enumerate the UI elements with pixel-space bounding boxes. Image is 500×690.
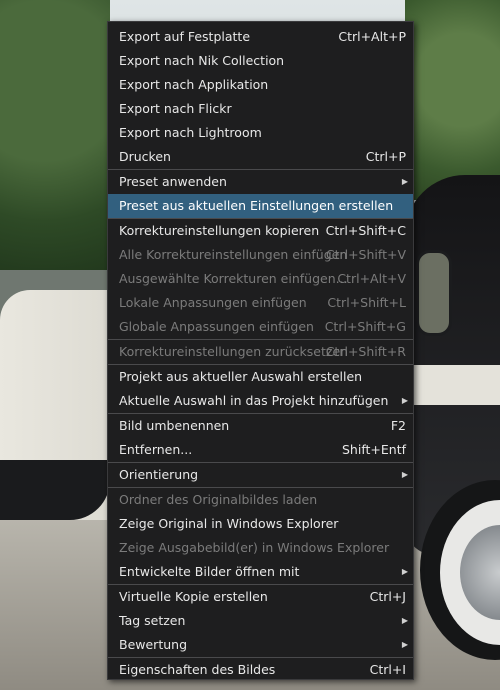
menu-item-label: Projekt aus aktueller Auswahl erstellen [119, 369, 363, 384]
car-window [416, 250, 452, 336]
menu-item-shortcut: Ctrl+I [369, 662, 406, 677]
menu-item-show-original-explorer[interactable]: Zeige Original in Windows Explorer [108, 512, 413, 536]
menu-item-shortcut: Ctrl+P [365, 149, 406, 164]
menu-item-shortcut: Ctrl+Shift+C [325, 223, 406, 238]
menu-item-export-nik[interactable]: Export nach Nik Collection [108, 49, 413, 73]
menu-item-label: Zeige Ausgabebild(er) in Windows Explore… [119, 540, 390, 555]
menu-item-label: Ausgewählte Korrekturen einfügen... [119, 271, 348, 286]
menu-item-reset-corrections[interactable]: Korrektureinstellungen zurücksetzen Ctrl… [108, 340, 413, 364]
menu-item-label: Preset anwenden [119, 174, 227, 189]
menu-item-label: Export nach Applikation [119, 77, 269, 92]
menu-item-virtual-copy[interactable]: Virtuelle Kopie erstellen Ctrl+J [108, 585, 413, 609]
menu-item-image-properties[interactable]: Eigenschaften des Bildes Ctrl+I [108, 658, 413, 682]
menu-item-label: Ordner des Originalbildes laden [119, 492, 318, 507]
car-fender [0, 460, 110, 520]
menu-item-shortcut: F2 [390, 418, 406, 433]
trees-right [405, 0, 500, 200]
menu-item-create-project[interactable]: Projekt aus aktueller Auswahl erstellen [108, 365, 413, 389]
menu-item-label: Export nach Lightroom [119, 125, 262, 140]
menu-item-label: Export auf Festplatte [119, 29, 251, 44]
submenu-arrow-icon: ▶ [401, 396, 408, 405]
submenu-arrow-icon: ▶ [401, 640, 408, 649]
context-menu: Export auf Festplatte Ctrl+Alt+P Export … [107, 21, 414, 680]
submenu-arrow-icon: ▶ [401, 567, 408, 576]
trees-left [0, 0, 110, 270]
menu-item-label: Preset aus aktuellen Einstellungen erste… [119, 198, 394, 213]
menu-item-label: Globale Anpassungen einfügen [119, 319, 314, 334]
menu-item-paste-selected-corrections[interactable]: Ausgewählte Korrekturen einfügen... Ctrl… [108, 267, 413, 291]
menu-item-print[interactable]: Drucken Ctrl+P [108, 145, 413, 169]
menu-item-label: Zeige Original in Windows Explorer [119, 516, 339, 531]
car-white-side [413, 365, 500, 405]
menu-item-label: Export nach Flickr [119, 101, 232, 116]
menu-item-label: Entwickelte Bilder öffnen mit [119, 564, 300, 579]
menu-item-paste-global-adjustments[interactable]: Globale Anpassungen einfügen Ctrl+Shift+… [108, 315, 413, 339]
menu-item-label: Bewertung [119, 637, 187, 652]
menu-item-rating[interactable]: Bewertung ▶ [108, 633, 413, 657]
menu-item-set-tag[interactable]: Tag setzen ▶ [108, 609, 413, 633]
menu-item-label: Lokale Anpassungen einfügen [119, 295, 307, 310]
menu-item-orientation[interactable]: Orientierung ▶ [108, 463, 413, 487]
menu-item-export-flickr[interactable]: Export nach Flickr [108, 97, 413, 121]
submenu-arrow-icon: ▶ [401, 177, 408, 186]
menu-item-shortcut: Ctrl+J [369, 589, 406, 604]
menu-item-export-lightroom[interactable]: Export nach Lightroom [108, 121, 413, 145]
menu-item-label: Korrektureinstellungen kopieren [119, 223, 320, 238]
submenu-arrow-icon: ▶ [401, 616, 408, 625]
menu-item-shortcut: Shift+Entf [341, 442, 406, 457]
menu-item-show-output-explorer[interactable]: Zeige Ausgabebild(er) in Windows Explore… [108, 536, 413, 560]
submenu-arrow-icon: ▶ [401, 470, 408, 479]
menu-item-rename-image[interactable]: Bild umbenennen F2 [108, 414, 413, 438]
menu-item-shortcut: Ctrl+Shift+L [327, 295, 406, 310]
menu-item-label: Tag setzen [119, 613, 186, 628]
menu-item-label: Alle Korrektureinstellungen einfügen [119, 247, 348, 262]
menu-item-label: Virtuelle Kopie erstellen [119, 589, 268, 604]
menu-item-shortcut: Ctrl+Alt+V [337, 271, 406, 286]
menu-item-paste-local-adjustments[interactable]: Lokale Anpassungen einfügen Ctrl+Shift+L [108, 291, 413, 315]
menu-item-label: Drucken [119, 149, 171, 164]
menu-item-label: Eigenschaften des Bildes [119, 662, 276, 677]
menu-item-label: Bild umbenennen [119, 418, 230, 433]
menu-item-label: Orientierung [119, 467, 199, 482]
menu-item-shortcut: Ctrl+Shift+R [325, 344, 406, 359]
menu-item-shortcut: Ctrl+Alt+P [338, 29, 406, 44]
menu-item-copy-corrections[interactable]: Korrektureinstellungen kopieren Ctrl+Shi… [108, 219, 413, 243]
menu-item-create-preset[interactable]: Preset aus aktuellen Einstellungen erste… [108, 194, 413, 218]
menu-item-shortcut: Ctrl+Shift+G [324, 319, 406, 334]
menu-item-label: Korrektureinstellungen zurücksetzen [119, 344, 349, 359]
menu-item-export-disk[interactable]: Export auf Festplatte Ctrl+Alt+P [108, 25, 413, 49]
menu-item-remove[interactable]: Entfernen... Shift+Entf [108, 438, 413, 462]
menu-item-paste-all-corrections[interactable]: Alle Korrektureinstellungen einfügen Ctr… [108, 243, 413, 267]
menu-item-shortcut: Ctrl+Shift+V [325, 247, 406, 262]
menu-item-apply-preset[interactable]: Preset anwenden ▶ [108, 170, 413, 194]
menu-item-open-developed-with[interactable]: Entwickelte Bilder öffnen mit ▶ [108, 560, 413, 584]
menu-item-load-original-folder[interactable]: Ordner des Originalbildes laden [108, 488, 413, 512]
menu-item-label: Export nach Nik Collection [119, 53, 285, 68]
menu-item-label: Aktuelle Auswahl in das Projekt hinzufüg… [119, 393, 389, 408]
menu-item-add-to-project[interactable]: Aktuelle Auswahl in das Projekt hinzufüg… [108, 389, 413, 413]
menu-item-label: Entfernen... [119, 442, 193, 457]
menu-item-export-application[interactable]: Export nach Applikation [108, 73, 413, 97]
